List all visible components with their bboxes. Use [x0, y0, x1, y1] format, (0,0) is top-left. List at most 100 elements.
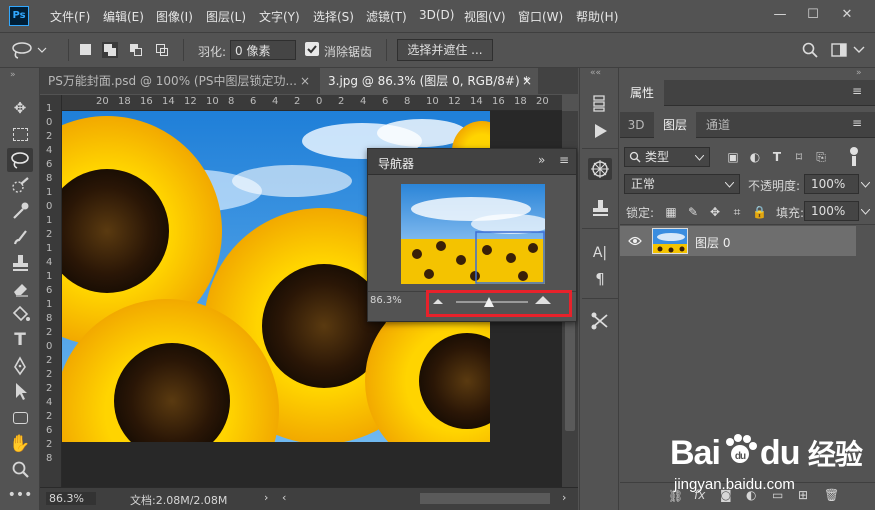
add-selection-button[interactable] [102, 42, 118, 58]
zoom-icon[interactable] [7, 458, 33, 482]
layer-name[interactable]: 图层 0 [695, 234, 730, 251]
divider [183, 39, 184, 61]
lock-artboard-icon[interactable]: ⌗ [730, 205, 744, 219]
menu-edit[interactable]: 编辑(E) [103, 8, 144, 25]
new-selection-button[interactable] [78, 42, 94, 58]
collapse-icon[interactable]: » [10, 70, 16, 80]
stamp-icon[interactable] [7, 251, 33, 275]
history-icon[interactable] [588, 92, 612, 114]
zoom-slider-thumb[interactable] [483, 296, 495, 308]
navigator-zoom[interactable]: 86.3% [370, 295, 402, 306]
scroll-left-arrow[interactable]: ‹ [282, 491, 286, 504]
ruler-tick-label: 1 [46, 103, 53, 114]
lock-position-icon[interactable]: ✥ [708, 205, 722, 219]
layer-row[interactable]: 图层 0 [620, 226, 856, 256]
close-window-icon[interactable]: ✕ [833, 6, 861, 26]
navigator-dock-icon[interactable] [588, 158, 612, 180]
eye-icon[interactable] [628, 235, 642, 247]
feather-input[interactable]: 0 像素 [230, 40, 296, 60]
menu-view[interactable]: 视图(V) [464, 8, 506, 25]
menu-filter[interactable]: 滤镜(T) [366, 8, 407, 25]
eraser-icon[interactable] [7, 276, 33, 300]
lasso-tool-preset-icon[interactable] [8, 40, 48, 60]
panel-menu-icon[interactable]: ≡ [559, 153, 569, 167]
lock-all-icon[interactable]: 🔒 [752, 205, 767, 219]
hand-icon[interactable]: ✋ [7, 432, 33, 456]
tab-3-jpg[interactable]: 3.jpg @ 86.3% (图层 0, RGB/8#) * × [320, 68, 538, 94]
maximize-icon[interactable]: ☐ [799, 6, 827, 26]
filter-shape-icon[interactable]: ⌑ [792, 150, 806, 164]
ruler-tick-label: 2 [46, 369, 53, 380]
tab-ps-cover[interactable]: PS万能封面.psd @ 100% (PS中图层锁定功... × [40, 68, 318, 94]
navigator-preview[interactable] [401, 184, 545, 284]
eyedropper-icon[interactable] [7, 199, 33, 223]
pen-icon[interactable] [7, 354, 33, 378]
layer-filter-dropdown[interactable]: 类型 [624, 147, 710, 167]
stamp-source-icon[interactable] [588, 198, 612, 220]
lock-label: 锁定: [626, 206, 655, 220]
marquee-icon[interactable] [7, 123, 33, 147]
close-tab-icon[interactable]: × [522, 68, 532, 94]
fill-input[interactable]: 100% [804, 201, 870, 221]
minimize-icon[interactable]: — [766, 6, 794, 26]
zoom-out-icon[interactable] [433, 298, 443, 305]
filter-toggle[interactable] [848, 147, 858, 167]
collapse-icon[interactable]: » [856, 68, 862, 78]
workspace-icon[interactable] [831, 42, 847, 58]
menu-layer[interactable]: 图层(L) [206, 8, 246, 25]
tool-presets-icon[interactable] [588, 310, 612, 332]
status-menu-arrow[interactable]: › [264, 491, 268, 504]
quick-select-icon[interactable] [7, 174, 33, 198]
layer-thumbnail[interactable] [652, 228, 688, 254]
brush-icon[interactable] [7, 225, 33, 249]
search-icon[interactable] [802, 42, 818, 58]
zoom-in-icon[interactable] [535, 295, 551, 305]
filter-type-icon[interactable]: T [770, 150, 784, 164]
path-select-icon[interactable] [7, 379, 33, 403]
select-and-mask-button[interactable]: 选择并遮住 ... [397, 39, 493, 61]
photoshop-logo[interactable]: Ps [9, 6, 29, 26]
menu-help[interactable]: 帮助(H) [576, 8, 618, 25]
horizontal-scroll-thumb[interactable] [420, 493, 550, 504]
filter-smart-object-icon[interactable]: ⎘ [814, 150, 828, 164]
more-tools-icon[interactable]: ••• [7, 483, 33, 507]
subtract-selection-button[interactable] [128, 42, 144, 58]
chevron-down-icon[interactable] [861, 182, 870, 188]
filter-pixel-icon[interactable]: ▣ [726, 150, 740, 164]
close-tab-icon[interactable]: × [300, 68, 310, 94]
lock-transparent-icon[interactable]: ▦ [664, 205, 678, 219]
menu-window[interactable]: 窗口(W) [518, 8, 563, 25]
lock-pixels-icon[interactable]: ✎ [686, 205, 700, 219]
paragraph-icon[interactable]: ¶ [588, 268, 612, 290]
collapse-panel-icon[interactable]: » [538, 153, 545, 167]
menu-type[interactable]: 文字(Y) [259, 8, 300, 25]
scroll-right-arrow[interactable]: › [562, 491, 566, 504]
tab-channels[interactable]: 通道 [698, 112, 738, 138]
lasso-icon[interactable] [7, 148, 33, 172]
collapse-icon[interactable]: «« [590, 68, 601, 78]
character-icon[interactable]: A| [588, 242, 612, 264]
zoom-field[interactable]: 86.3% [46, 492, 96, 505]
panel-menu-icon[interactable]: ≡ [852, 116, 862, 130]
rectangle-icon[interactable] [7, 406, 33, 430]
paint-bucket-icon[interactable] [7, 302, 33, 326]
blend-mode-dropdown[interactable]: 正常 [624, 174, 740, 194]
chevron-down-icon[interactable] [861, 209, 870, 215]
move-icon[interactable]: ✥ [7, 96, 33, 120]
panel-menu-icon[interactable]: ≡ [852, 84, 862, 98]
antialias-checkbox[interactable] [305, 42, 319, 56]
scroll-thumb[interactable] [565, 321, 575, 431]
intersect-selection-button[interactable] [154, 42, 170, 58]
tab-properties[interactable]: 属性 [620, 80, 664, 106]
menu-3d[interactable]: 3D(D) [419, 8, 454, 22]
actions-play-icon[interactable] [588, 120, 612, 142]
opacity-input[interactable]: 100% [804, 174, 870, 194]
tab-3d[interactable]: 3D [620, 112, 652, 138]
menu-image[interactable]: 图像(I) [156, 8, 193, 25]
menu-select[interactable]: 选择(S) [313, 8, 354, 25]
chevron-down-icon[interactable] [853, 46, 865, 54]
menu-file[interactable]: 文件(F) [50, 8, 90, 25]
tab-layers[interactable]: 图层 [654, 112, 696, 138]
type-icon[interactable]: T [7, 328, 33, 352]
filter-adjustment-icon[interactable]: ◐ [748, 150, 762, 164]
